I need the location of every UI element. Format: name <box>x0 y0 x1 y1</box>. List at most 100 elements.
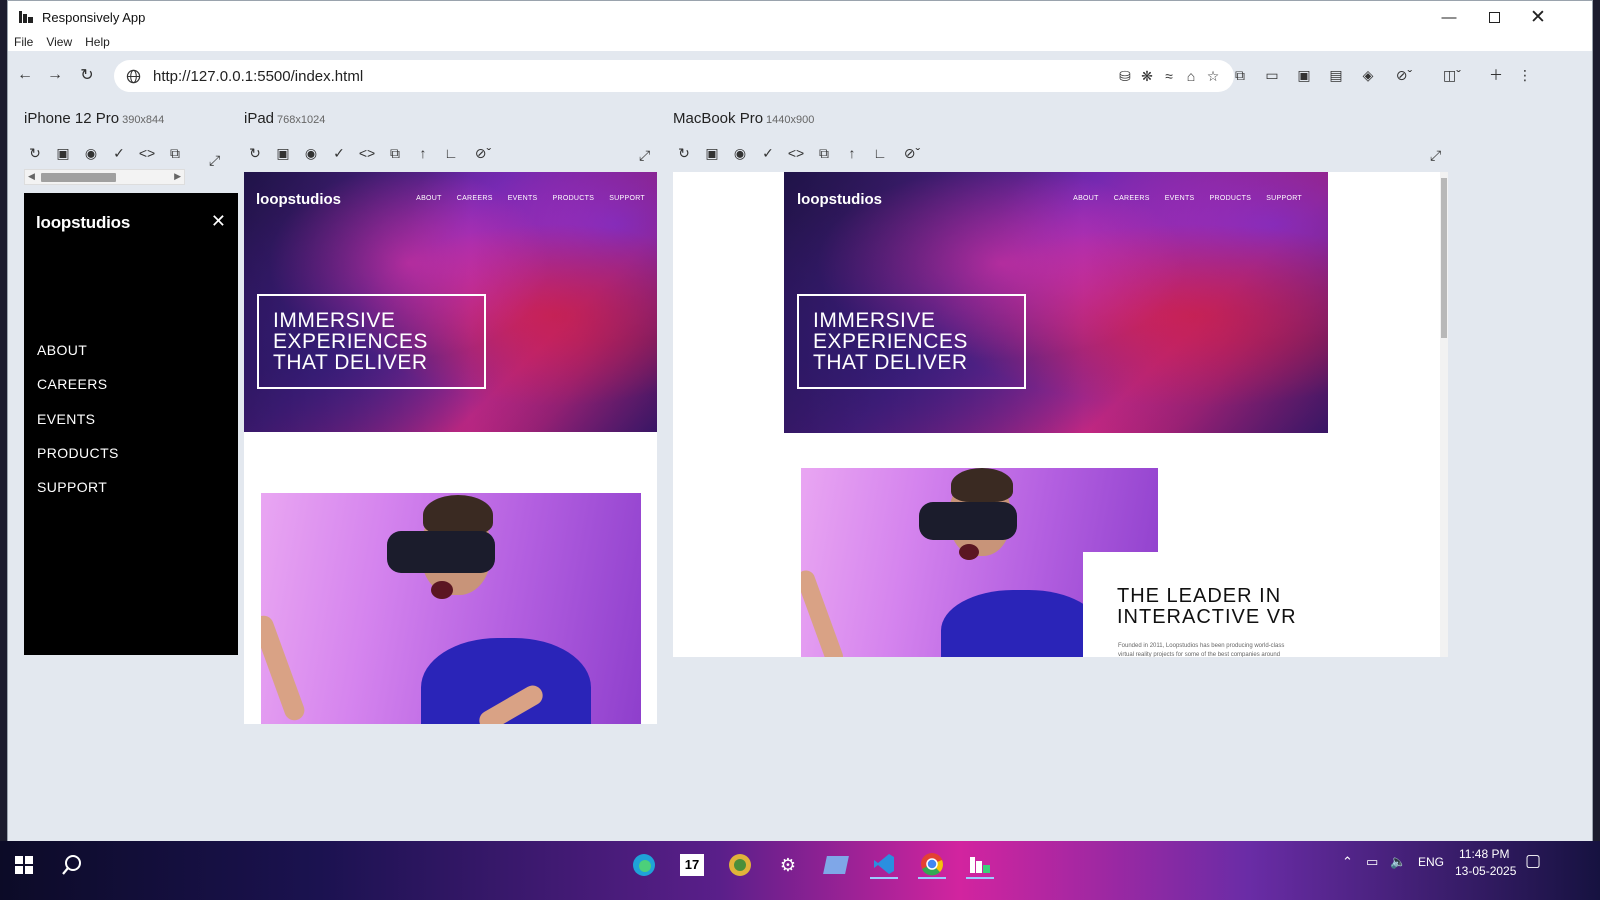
reload-button[interactable]: ↻ <box>76 64 98 86</box>
nav-products[interactable]: PRODUCTS <box>1210 195 1252 202</box>
scroll-top-icon[interactable]: ↑ <box>409 142 437 164</box>
expand-icon[interactable]: ⤢ <box>209 152 220 169</box>
more-icon[interactable]: ⋮ <box>1512 64 1538 86</box>
back-button[interactable]: ← <box>14 64 36 86</box>
rotate-icon[interactable]: ⧉ <box>381 142 409 164</box>
url-input[interactable]: http://127.0.0.1:5500/index.html <box>153 68 363 85</box>
mobile-nav-products[interactable]: PRODUCTS <box>37 436 119 470</box>
layout-dropdown-icon[interactable]: ◫ˇ <box>1432 64 1472 86</box>
search-icon[interactable] <box>58 851 86 879</box>
vertical-scrollbar[interactable] <box>1440 172 1448 657</box>
inspect-icon[interactable]: ✓ <box>325 142 353 164</box>
globe-icon <box>122 65 144 87</box>
mobile-nav-careers[interactable]: CAREERS <box>37 367 119 401</box>
minimize-button[interactable]: — <box>1426 1 1472 33</box>
refresh-icon[interactable]: ↻ <box>241 142 269 164</box>
expand-icon[interactable]: ⤢ <box>639 147 650 164</box>
nav-about[interactable]: ABOUT <box>416 195 442 202</box>
edge-icon[interactable] <box>630 851 658 879</box>
network-throttle-icon[interactable]: ≈ <box>1158 65 1180 87</box>
nav-products[interactable]: PRODUCTS <box>553 195 595 202</box>
device-manager-icon[interactable]: ⧉ <box>1224 64 1256 86</box>
mobile-nav-about[interactable]: ABOUT <box>37 333 119 367</box>
scrollbar-thumb[interactable] <box>41 173 116 182</box>
notifications-icon[interactable]: ▢ <box>1525 851 1541 871</box>
devtools-icon[interactable]: <> <box>353 142 381 164</box>
menu-view[interactable]: View <box>46 35 72 49</box>
hide-eye-icon[interactable]: ⊘ˇ <box>1384 64 1424 86</box>
forward-button[interactable]: → <box>44 64 66 86</box>
chrome-icon[interactable] <box>918 851 946 879</box>
bookmark-star-icon[interactable]: ☆ <box>1202 65 1224 87</box>
scrollbar-thumb[interactable] <box>1441 178 1447 338</box>
device-title-ipad: iPad 768x1024 <box>244 110 325 127</box>
screenshot-icon[interactable]: ▣ <box>1288 64 1320 86</box>
title-bar: Responsively App — ✕ <box>8 1 1592 33</box>
hide-eye-icon[interactable]: ⊘ˇ <box>894 142 930 164</box>
money-app-icon[interactable] <box>726 851 754 879</box>
camera-icon[interactable]: ◉ <box>297 142 325 164</box>
add-icon[interactable]: ＋ <box>1480 64 1512 86</box>
nav-about[interactable]: ABOUT <box>1073 195 1099 202</box>
expand-icon[interactable]: ⤢ <box>1430 147 1441 164</box>
scroll-right-icon[interactable]: ▶ <box>174 171 181 182</box>
camera-icon[interactable]: ◉ <box>726 142 754 164</box>
inspect-icon[interactable]: ✓ <box>754 142 782 164</box>
language-indicator[interactable]: ENG <box>1418 855 1444 869</box>
vscode-icon[interactable] <box>870 851 898 879</box>
devtools-icon[interactable]: <> <box>782 142 810 164</box>
scroll-top-icon[interactable]: ↑ <box>838 142 866 164</box>
tradingview-icon[interactable]: 17 <box>678 851 706 879</box>
horizontal-scrollbar[interactable]: ◀ ▶ <box>24 169 185 185</box>
menu-file[interactable]: File <box>14 35 33 49</box>
screenshot-full-icon[interactable]: ▣ <box>49 142 77 164</box>
app-window: Responsively App — ✕ File View Help ← → … <box>7 0 1593 852</box>
ruler-icon[interactable]: ∟ <box>437 142 465 164</box>
refresh-icon[interactable]: ↻ <box>670 142 698 164</box>
hero-image: loopstudios ABOUT CAREERS EVENTS PRODUCT… <box>784 172 1328 433</box>
file-explorer-icon[interactable] <box>822 851 850 879</box>
menu-close-icon[interactable]: ✕ <box>211 211 226 232</box>
network-icon[interactable]: ▭ <box>1366 854 1378 870</box>
home-icon[interactable]: ⌂ <box>1180 65 1202 87</box>
close-window-button[interactable]: ✕ <box>1515 1 1561 33</box>
rotate-icon[interactable]: ⧉ <box>810 142 838 164</box>
clock-time[interactable]: 11:48 PM <box>1459 847 1509 861</box>
nav-careers[interactable]: CAREERS <box>1114 195 1150 202</box>
screenshot-full-icon[interactable]: ▣ <box>269 142 297 164</box>
site-logo[interactable]: loopstudios <box>797 191 882 208</box>
camera-icon[interactable]: ◉ <box>77 142 105 164</box>
nav-support[interactable]: SUPPORT <box>1266 195 1302 202</box>
ruler-icon[interactable]: ∟ <box>866 142 894 164</box>
mobile-nav-support[interactable]: SUPPORT <box>37 470 119 504</box>
site-logo[interactable]: loopstudios <box>256 191 341 208</box>
maximize-button[interactable] <box>1471 1 1517 33</box>
responsively-app-icon[interactable] <box>966 851 994 879</box>
maximize-icon <box>1488 11 1500 23</box>
screenshot-full-icon[interactable]: ▣ <box>698 142 726 164</box>
clear-storage-icon[interactable]: ⛁ <box>1114 65 1136 87</box>
windows-start-icon[interactable] <box>10 851 38 879</box>
settings-gear-icon[interactable]: ⚙ <box>774 851 802 879</box>
refresh-icon[interactable]: ↻ <box>21 142 49 164</box>
site-logo[interactable]: loopstudios <box>36 213 130 233</box>
tray-overflow-icon[interactable]: ⌃ <box>1342 854 1353 870</box>
clear-cookies-icon[interactable]: ❋ <box>1136 65 1158 87</box>
inspect-icon[interactable]: ✓ <box>105 142 133 164</box>
nav-careers[interactable]: CAREERS <box>457 195 493 202</box>
layers-icon[interactable]: ◈ <box>1352 64 1384 86</box>
menu-help[interactable]: Help <box>85 35 110 49</box>
address-bar[interactable]: http://127.0.0.1:5500/index.html ⛁ ❋ ≈ ⌂… <box>114 60 1234 92</box>
hide-eye-icon[interactable]: ⊘ˇ <box>465 142 501 164</box>
devtools-icon[interactable]: <> <box>133 142 161 164</box>
nav-events[interactable]: EVENTS <box>508 195 538 202</box>
rotate-icon[interactable]: ⧉ <box>161 142 189 164</box>
clock-date[interactable]: 13-05-2025 <box>1455 864 1516 878</box>
mobile-nav-events[interactable]: EVENTS <box>37 402 119 436</box>
volume-icon[interactable]: 🔈 <box>1390 854 1406 870</box>
document-icon[interactable]: ▤ <box>1320 64 1352 86</box>
nav-support[interactable]: SUPPORT <box>609 195 645 202</box>
nav-events[interactable]: EVENTS <box>1165 195 1195 202</box>
preview-layout-icon[interactable]: ▭ <box>1256 64 1288 86</box>
scroll-left-icon[interactable]: ◀ <box>28 171 35 182</box>
